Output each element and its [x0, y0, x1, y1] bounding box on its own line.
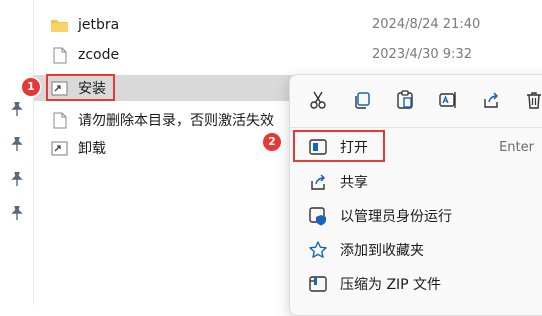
zip-icon — [309, 276, 327, 292]
file-icon — [53, 47, 67, 63]
file-row-uninstall[interactable]: 卸载 — [34, 135, 284, 161]
file-icon — [53, 112, 67, 128]
share-icon[interactable] — [481, 90, 501, 110]
file-name: zcode — [78, 47, 120, 63]
file-date: 2024/8/24 21:40 — [372, 17, 481, 32]
file-name: jetbra — [78, 17, 120, 33]
menu-item-shortcut: Enter — [499, 139, 534, 155]
menu-item-share[interactable]: 共享 — [296, 166, 542, 198]
paste-icon[interactable] — [395, 90, 415, 110]
step-badge-2: 2 — [263, 133, 281, 151]
pin-icon[interactable] — [11, 206, 23, 220]
navigation-pane — [0, 0, 34, 305]
folder-icon — [51, 19, 68, 32]
rename-icon[interactable] — [438, 90, 458, 110]
highlight-open — [293, 130, 385, 162]
context-menu-toolbar — [290, 75, 542, 125]
star-icon — [309, 241, 327, 258]
highlight-install — [46, 74, 115, 101]
cut-icon[interactable] — [308, 90, 328, 110]
share-icon — [311, 174, 326, 190]
file-name: 卸载 — [78, 141, 106, 157]
menu-item-label: 共享 — [340, 175, 368, 191]
copy-icon[interactable] — [352, 90, 372, 110]
menu-item-run-as-admin[interactable]: 以管理员身份运行 — [296, 200, 542, 232]
shortcut-icon — [51, 141, 68, 155]
menu-item-label: 以管理员身份运行 — [340, 209, 452, 225]
pin-icon[interactable] — [11, 172, 23, 186]
menu-separator — [290, 127, 542, 128]
file-name: 请勿删除本目录，否则激活失效 — [78, 113, 274, 129]
pin-icon[interactable] — [11, 102, 23, 116]
menu-item-label: 添加到收藏夹 — [340, 243, 424, 259]
menu-item-label: 压缩为 ZIP 文件 — [340, 277, 442, 293]
step-badge-1: 1 — [22, 78, 40, 96]
context-menu: 打开 Enter 共享 以管理员身份运行 添加到收藏夹 压缩为 ZIP 文件 — [289, 74, 542, 316]
admin-shield-icon — [309, 207, 326, 226]
file-date: 2023/4/30 9:32 — [372, 47, 472, 62]
menu-item-add-to-favorites[interactable]: 添加到收藏夹 — [296, 234, 542, 266]
menu-item-compress-zip[interactable]: 压缩为 ZIP 文件 — [296, 268, 542, 300]
delete-icon[interactable] — [524, 90, 542, 110]
pin-icon[interactable] — [11, 137, 23, 151]
